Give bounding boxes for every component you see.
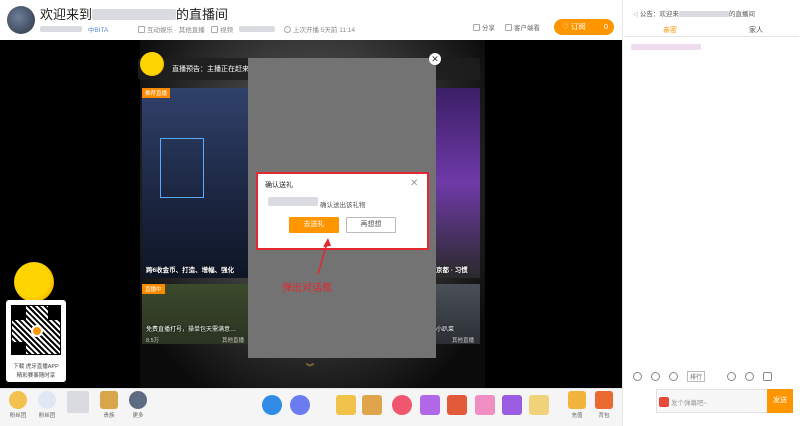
send-button[interactable]: 发送	[767, 389, 793, 413]
barrage-icon[interactable]	[669, 372, 678, 381]
gift-item-3[interactable]	[336, 395, 356, 415]
avatar-icon	[67, 391, 89, 413]
recharge-button[interactable]: 充值	[565, 391, 589, 419]
duck-mascot-icon	[140, 52, 164, 76]
qr-code	[11, 305, 61, 355]
level-badge: 中BITA	[87, 27, 109, 34]
gift-item-4[interactable]	[362, 395, 382, 415]
last-live-time: 上次开播 5天前 11:14	[284, 24, 355, 34]
video-link[interactable]: 视频	[211, 24, 275, 34]
gift-item-5[interactable]	[392, 395, 412, 415]
subscribe-button[interactable]: ♡ 订阅 0	[554, 19, 614, 35]
streamer-avatar[interactable]	[7, 6, 35, 34]
dialog-close-icon[interactable]: ✕	[410, 178, 418, 189]
send-gift-button[interactable]: 去送礼	[289, 217, 339, 233]
annotation-label: 弹出对话框	[282, 283, 332, 294]
more-button[interactable]: 更多	[126, 391, 150, 419]
fan-club-button[interactable]: 粉丝团	[6, 391, 30, 419]
gift-item-7[interactable]	[447, 395, 467, 415]
gift-item-1[interactable]	[262, 395, 282, 415]
category-link[interactable]: 互动娱乐 · 其他直播	[138, 24, 205, 34]
fan-club-icon	[9, 391, 27, 409]
backpack-button[interactable]: 背包	[592, 391, 616, 419]
room-announcement: ◁ 公告：欢迎来 的直播间	[633, 11, 755, 18]
share-icon	[473, 24, 480, 31]
annotation-arrow	[317, 238, 331, 275]
chat-line-blurred	[631, 44, 701, 50]
gift-item-2[interactable]	[290, 395, 310, 415]
subscribe-count: 0	[603, 22, 608, 31]
fan-badge-icon	[38, 391, 56, 409]
gift-badge-icon	[659, 397, 669, 407]
recommend-tile-1[interactable]: 推荐直播 跨6收金币、打造、增幅、强化	[142, 88, 248, 278]
bottom-toolbar: 粉丝团 粉丝团 贵族 更多 充值 背包	[0, 388, 622, 426]
megaphone-icon: ◁	[633, 11, 640, 18]
rank-button[interactable]: 排行	[687, 371, 706, 382]
mascot-icon	[14, 262, 54, 302]
dialog-blurred-text	[268, 197, 318, 206]
app-logo-icon	[31, 325, 43, 337]
tile-art	[160, 138, 204, 198]
dialog-title: 确认送礼	[265, 182, 293, 189]
streamer-meta: 中BITA	[40, 24, 108, 34]
gift-item-9[interactable]	[502, 395, 522, 415]
fan-badge-button[interactable]: 粉丝团	[35, 391, 59, 419]
color-icon[interactable]	[651, 372, 660, 381]
emoji-icon[interactable]	[633, 372, 642, 381]
heart-icon: ♡	[562, 22, 571, 31]
chat-panel: ◁ 公告：欢迎来 的直播间 亲密 家人 排行 发个弹幕吧~ 发送	[622, 0, 800, 426]
think-again-button[interactable]: 再想想	[346, 217, 396, 233]
recommend-tile-3[interactable]: 直播中 免费直播打号，操单包天需满意… 8.5万 其他直播	[142, 284, 248, 344]
user-avatar-button[interactable]	[66, 391, 90, 413]
clear-icon[interactable]	[727, 372, 736, 381]
category-icon	[138, 26, 145, 33]
chevron-down-icon[interactable]: ︾	[306, 362, 314, 373]
chat-input[interactable]: 发个弹幕吧~	[656, 389, 768, 413]
rank-tabs: 亲密 家人	[625, 23, 799, 37]
recommend-tile-4[interactable]: 小趴菜 其他直播	[432, 284, 480, 344]
tab-family[interactable]: 家人	[749, 25, 763, 35]
dialog-message: 确认送出该礼物	[320, 202, 366, 209]
gift-item-6[interactable]	[420, 395, 440, 415]
gift-item-10[interactable]	[529, 395, 549, 415]
qr-caption-2: 精彩赛事随时享	[16, 373, 56, 379]
noble-icon	[100, 391, 118, 409]
share-button[interactable]: 分享	[473, 22, 495, 32]
backpack-icon	[595, 391, 613, 409]
gift-item-8[interactable]	[475, 395, 495, 415]
noble-button[interactable]: 贵族	[97, 391, 121, 419]
clock-icon	[284, 26, 291, 33]
more-icon	[129, 391, 147, 409]
tab-intimacy[interactable]: 亲密	[663, 25, 677, 35]
settings-icon[interactable]	[763, 372, 772, 381]
qr-caption-1: 下载 虎牙直播APP	[13, 364, 59, 370]
room-header: 欢迎来到 的直播间 中BITA 互动娱乐 · 其他直播 视频 上次开播 5天前 1…	[0, 0, 622, 40]
download-app-card[interactable]: 下载 虎牙直播APP 精彩赛事随时享	[6, 300, 66, 382]
recharge-icon	[568, 391, 586, 409]
recommend-tile-2[interactable]: 京都 · 习惯	[432, 88, 480, 278]
monitor-icon	[505, 24, 512, 31]
lock-scroll-icon[interactable]	[745, 372, 754, 381]
close-icon[interactable]: ✕	[429, 53, 441, 65]
client-watch-button[interactable]: 客户端看	[505, 22, 540, 32]
video-icon	[211, 26, 218, 33]
room-title: 欢迎来到 的直播间	[40, 7, 229, 22]
